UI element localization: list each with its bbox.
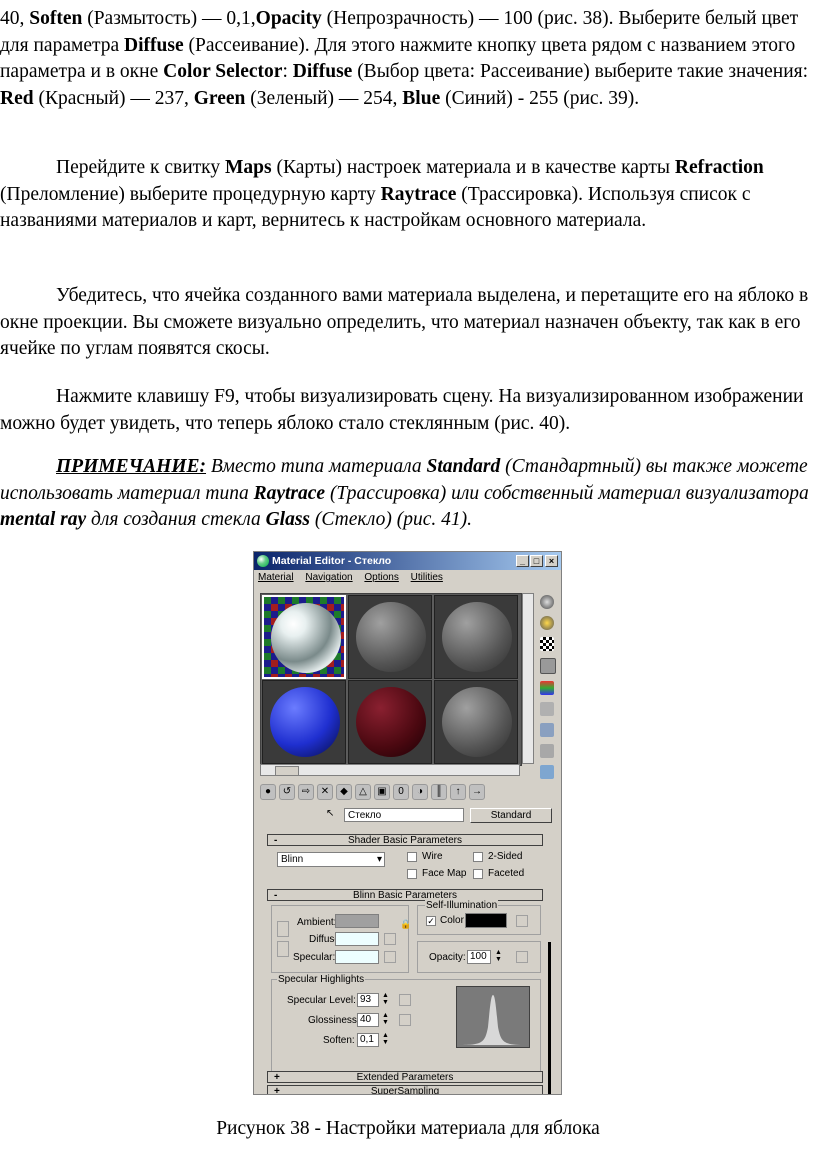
sample-slot-4[interactable] (262, 680, 346, 764)
slots-horizontal-scrollbar[interactable] (260, 764, 520, 776)
show-map-in-viewport-icon[interactable]: ◑ (412, 784, 428, 800)
highlight-curve (459, 995, 527, 1045)
opacity-map-button[interactable] (516, 951, 528, 963)
material-name-row: ↖ Стекло Standard (322, 808, 554, 824)
specular-level-spinner[interactable]: 93 (357, 993, 379, 1007)
options-icon[interactable] (540, 723, 554, 737)
uv-tiling-icon[interactable] (540, 658, 556, 674)
select-by-material-icon[interactable] (540, 744, 554, 758)
sample-slot-3[interactable] (434, 595, 518, 679)
blinn-rollout-header[interactable]: - Blinn Basic Parameters (267, 889, 543, 901)
supersampling-rollout-header[interactable]: + SuperSampling (267, 1085, 543, 1094)
highlight-curve-svg (459, 995, 527, 1045)
face-map-checkbox[interactable] (407, 869, 417, 879)
faceted-checkbox[interactable] (473, 869, 483, 879)
lock-icon[interactable]: 🔒 (400, 919, 411, 930)
sample-slot-5[interactable] (348, 680, 432, 764)
note-label: ПРИМЕЧАНИЕ: (56, 456, 207, 477)
self-illum-map-button[interactable] (516, 915, 528, 927)
material-name-field[interactable]: Стекло (344, 808, 464, 822)
menu-material[interactable]: Material (258, 572, 294, 583)
show-end-result-icon[interactable]: ║ (431, 784, 447, 800)
paragraph-3: Убедитесь, что ячейка созданного вами ма… (0, 285, 809, 359)
side-toolbar (538, 595, 556, 786)
lock-ambient-diffuse-icon[interactable] (277, 921, 289, 937)
figure-caption: Рисунок 38 - Настройки материала для ябл… (216, 1118, 600, 1139)
glossiness-spinner[interactable]: 40 (357, 1013, 379, 1027)
put-to-scene-icon[interactable]: ↺ (279, 784, 295, 800)
extended-rollout-header[interactable]: + Extended Parameters (267, 1071, 543, 1083)
spinner-arrows-icon[interactable]: ▲ ▼ (495, 949, 502, 963)
horizontal-toolbar: ● ↺ ⇨ ✕ ◆ △ ▣ 0 ◑ ║ ↑ → (260, 783, 556, 801)
reset-map-icon[interactable]: ✕ (317, 784, 333, 800)
close-button[interactable]: × (545, 555, 558, 567)
material-navigator-icon[interactable] (540, 765, 554, 779)
diffuse-map-button[interactable] (384, 933, 396, 945)
glass-sphere (271, 603, 341, 673)
glossiness-map-button[interactable] (399, 1014, 411, 1026)
highlight-curve-graph (456, 986, 530, 1048)
paragraph-2: Перейдите к свитку Maps (Карты) настроек… (0, 157, 764, 231)
parameters-panel: - Shader Basic Parameters Blinn ▾ Wire 2-S… (267, 831, 549, 1094)
shader-rollout-header[interactable]: - Shader Basic Parameters (267, 834, 543, 846)
red-sphere (356, 687, 426, 757)
gray-sphere (442, 602, 512, 672)
menu-options[interactable]: Options (364, 572, 398, 583)
window-title: Material Editor - Стекло (272, 555, 392, 567)
menu-utilities[interactable]: Utilities (411, 572, 443, 583)
scroll-thumb[interactable] (275, 766, 299, 776)
blue-sphere (270, 687, 340, 757)
shader-dropdown[interactable]: Blinn ▾ (277, 852, 385, 867)
self-illum-color-swatch[interactable] (465, 913, 507, 928)
minimize-button[interactable]: _ (516, 555, 529, 567)
two-sided-checkbox[interactable] (473, 852, 483, 862)
specular-color-swatch[interactable] (335, 950, 379, 964)
make-preview-icon[interactable] (540, 702, 554, 716)
spinner-arrows-icon[interactable]: ▲ ▼ (382, 1012, 389, 1026)
diffuse-color-swatch[interactable] (335, 932, 379, 946)
put-to-library-icon[interactable]: ▣ (374, 784, 390, 800)
material-editor-window: Material Editor - Стекло _ □ × Material … (253, 551, 562, 1095)
slots-vertical-scrollbar[interactable] (522, 593, 534, 764)
menu-navigation[interactable]: Navigation (305, 572, 352, 583)
sample-slot-2[interactable] (348, 595, 432, 679)
paragraph-4: Нажмите клавишу F9, чтобы визуализироват… (0, 386, 804, 434)
specular-level-map-button[interactable] (399, 994, 411, 1006)
backlight-icon[interactable] (540, 616, 554, 630)
paragraph-1: 40, Soften (Размытость) — 0,1,Opacity (Н… (0, 8, 809, 109)
title-bar: Material Editor - Стекло _ □ × (254, 552, 561, 570)
sample-type-icon[interactable] (540, 595, 554, 609)
get-material-icon[interactable]: ● (260, 784, 276, 800)
video-color-check-icon[interactable] (540, 681, 554, 695)
go-to-parent-icon[interactable]: ↑ (450, 784, 466, 800)
sample-slots (260, 593, 522, 766)
soften-spinner[interactable]: 0,1 (357, 1033, 379, 1047)
self-illum-color-checkbox[interactable]: ✓ (426, 916, 436, 926)
maximize-button[interactable]: □ (530, 555, 543, 567)
spinner-arrows-icon[interactable]: ▲ ▼ (382, 992, 389, 1006)
spinner-arrows-icon[interactable]: ▲ ▼ (382, 1032, 389, 1046)
go-forward-to-sibling-icon[interactable]: → (469, 784, 485, 800)
material-effects-channel-icon[interactable]: 0 (393, 784, 409, 800)
pick-material-icon[interactable]: ↖ (326, 808, 334, 819)
sample-slot-1[interactable] (262, 595, 346, 679)
gray-sphere (356, 602, 426, 672)
gray-sphere (442, 687, 512, 757)
background-icon[interactable] (540, 637, 554, 651)
app-icon (257, 555, 269, 567)
assign-to-selection-icon[interactable]: ⇨ (298, 784, 314, 800)
menu-bar: Material Navigation Options Utilities (254, 570, 561, 586)
wire-checkbox[interactable] (407, 852, 417, 862)
make-unique-icon[interactable]: △ (355, 784, 371, 800)
material-type-button[interactable]: Standard (470, 808, 552, 823)
opacity-spinner[interactable]: 100 (467, 950, 491, 964)
panel-scrollbar[interactable] (548, 942, 551, 1094)
sample-slot-6[interactable] (434, 680, 518, 764)
make-copy-icon[interactable]: ◆ (336, 784, 352, 800)
chevron-down-icon: ▾ (376, 854, 382, 865)
lock-diffuse-specular-icon[interactable] (277, 941, 289, 957)
specular-map-button[interactable] (384, 951, 396, 963)
note-paragraph: ПРИМЕЧАНИЕ: Вместо типа материала Standa… (0, 456, 809, 530)
ambient-color-swatch[interactable] (335, 914, 379, 928)
